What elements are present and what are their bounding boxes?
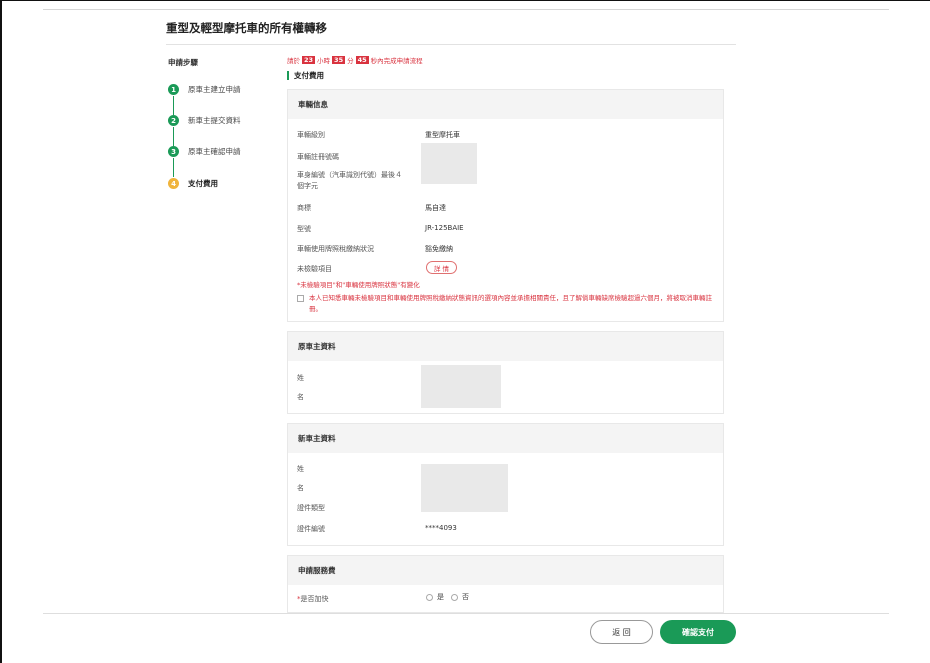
step-number: 2 — [168, 115, 179, 126]
step-number: 3 — [168, 146, 179, 157]
countdown-suffix: 秒內完成申請流程 — [370, 57, 423, 65]
countdown-minutes: 35 — [332, 56, 346, 64]
service-fee-card: 申請服務費 — [287, 555, 724, 613]
redacted-value — [421, 464, 508, 512]
warning-note: *未檢驗項目"和"車輛使用牌照狀態"有變化 — [297, 281, 420, 289]
original-owner-card: 原車主資料 — [287, 331, 724, 414]
countdown-seconds: 45 — [355, 56, 369, 64]
countdown-timer: 請於 23 小時 35 分 45 秒內完成申請流程 — [287, 55, 423, 65]
footer-divider — [43, 613, 889, 614]
step-item-2: 2 新車主提交資料 — [168, 114, 241, 127]
consent-row: 本人已知悉車輛未檢驗項目和車輛使用牌照稅繳納狀態資訊的選項內容並承擔相關責任，且… — [297, 293, 717, 315]
page-title: 重型及輕型摩托車的所有權轉移 — [166, 21, 327, 35]
radio-no-label[interactable]: 否 — [462, 592, 469, 602]
field-label: 證件類型 — [297, 504, 325, 512]
field-label: 車輛級別 — [297, 131, 325, 139]
card-header: 車輛信息 — [288, 90, 723, 119]
radio-yes-label[interactable]: 是 — [437, 592, 444, 602]
step-label-active: 支付費用 — [188, 179, 218, 188]
field-label: 未檢驗項目 — [297, 265, 332, 273]
radio-no[interactable] — [451, 593, 458, 601]
window-border-top — [0, 0, 930, 1]
field-label: 姓 — [297, 465, 304, 473]
field-label: 姓 — [297, 374, 304, 382]
field-value: JR-125BAIE — [425, 224, 464, 232]
step-label: 原車主確認申請 — [188, 147, 241, 156]
step-connector — [173, 158, 174, 177]
card-header: 新車主資料 — [288, 424, 723, 453]
field-label-continued: 個字元 — [297, 182, 318, 190]
redacted-value — [421, 365, 501, 408]
step-item-1: 1 原車主建立申請 — [168, 83, 241, 96]
step-label: 原車主建立申請 — [188, 85, 241, 94]
step-number: 1 — [168, 84, 179, 95]
field-label: 車輛使用牌照稅繳納狀況 — [297, 245, 374, 253]
countdown-hours: 23 — [302, 56, 316, 64]
countdown-hours-unit: 小時 — [317, 57, 331, 65]
field-value: 重型摩托車 — [425, 131, 460, 139]
expedite-label: *是否加快 — [297, 594, 329, 604]
field-label: 名 — [297, 484, 304, 492]
expedite-radio-group: 是 否 — [426, 592, 469, 602]
back-button[interactable]: 返 回 — [590, 620, 653, 644]
field-label: 車輛註冊號碼 — [297, 153, 339, 161]
countdown-prefix: 請於 — [287, 57, 300, 65]
card-header: 原車主資料 — [288, 332, 723, 361]
step-connector — [173, 127, 174, 146]
step-item-4: 4 支付費用 — [168, 177, 218, 190]
radio-yes[interactable] — [426, 593, 433, 601]
step-label: 新車主提交資料 — [188, 116, 241, 125]
redacted-value — [421, 143, 477, 184]
confirm-payment-button[interactable]: 確認支付 — [660, 620, 736, 644]
field-label: 商標 — [297, 204, 311, 212]
details-button[interactable]: 詳 情 — [426, 261, 457, 274]
consent-checkbox[interactable] — [297, 295, 304, 302]
field-value: 馬自達 — [425, 204, 446, 212]
header-divider — [43, 9, 889, 10]
field-label: 型號 — [297, 225, 311, 233]
section-label: 支付費用 — [287, 71, 324, 80]
step-number-active: 4 — [168, 178, 179, 189]
steps-title: 申請步驟 — [168, 58, 198, 67]
field-value: 豁免繳納 — [425, 245, 453, 253]
consent-text: 本人已知悉車輛未檢驗項目和車輛使用牌照稅繳納狀態資訊的選項內容並承擔相關責任，且… — [309, 294, 712, 313]
field-value: ****4093 — [425, 524, 457, 532]
field-label: 車身編號（汽車識別代號）最後４ — [297, 171, 402, 179]
step-connector — [173, 96, 174, 115]
card-header: 申請服務費 — [288, 556, 723, 585]
step-item-3: 3 原車主確認申請 — [168, 145, 241, 158]
field-label: 證件編號 — [297, 525, 325, 533]
title-divider — [166, 44, 736, 45]
expedite-label-text: 是否加快 — [300, 595, 329, 603]
countdown-minutes-unit: 分 — [347, 57, 354, 65]
window-border-left — [0, 0, 2, 663]
field-label: 名 — [297, 393, 304, 401]
